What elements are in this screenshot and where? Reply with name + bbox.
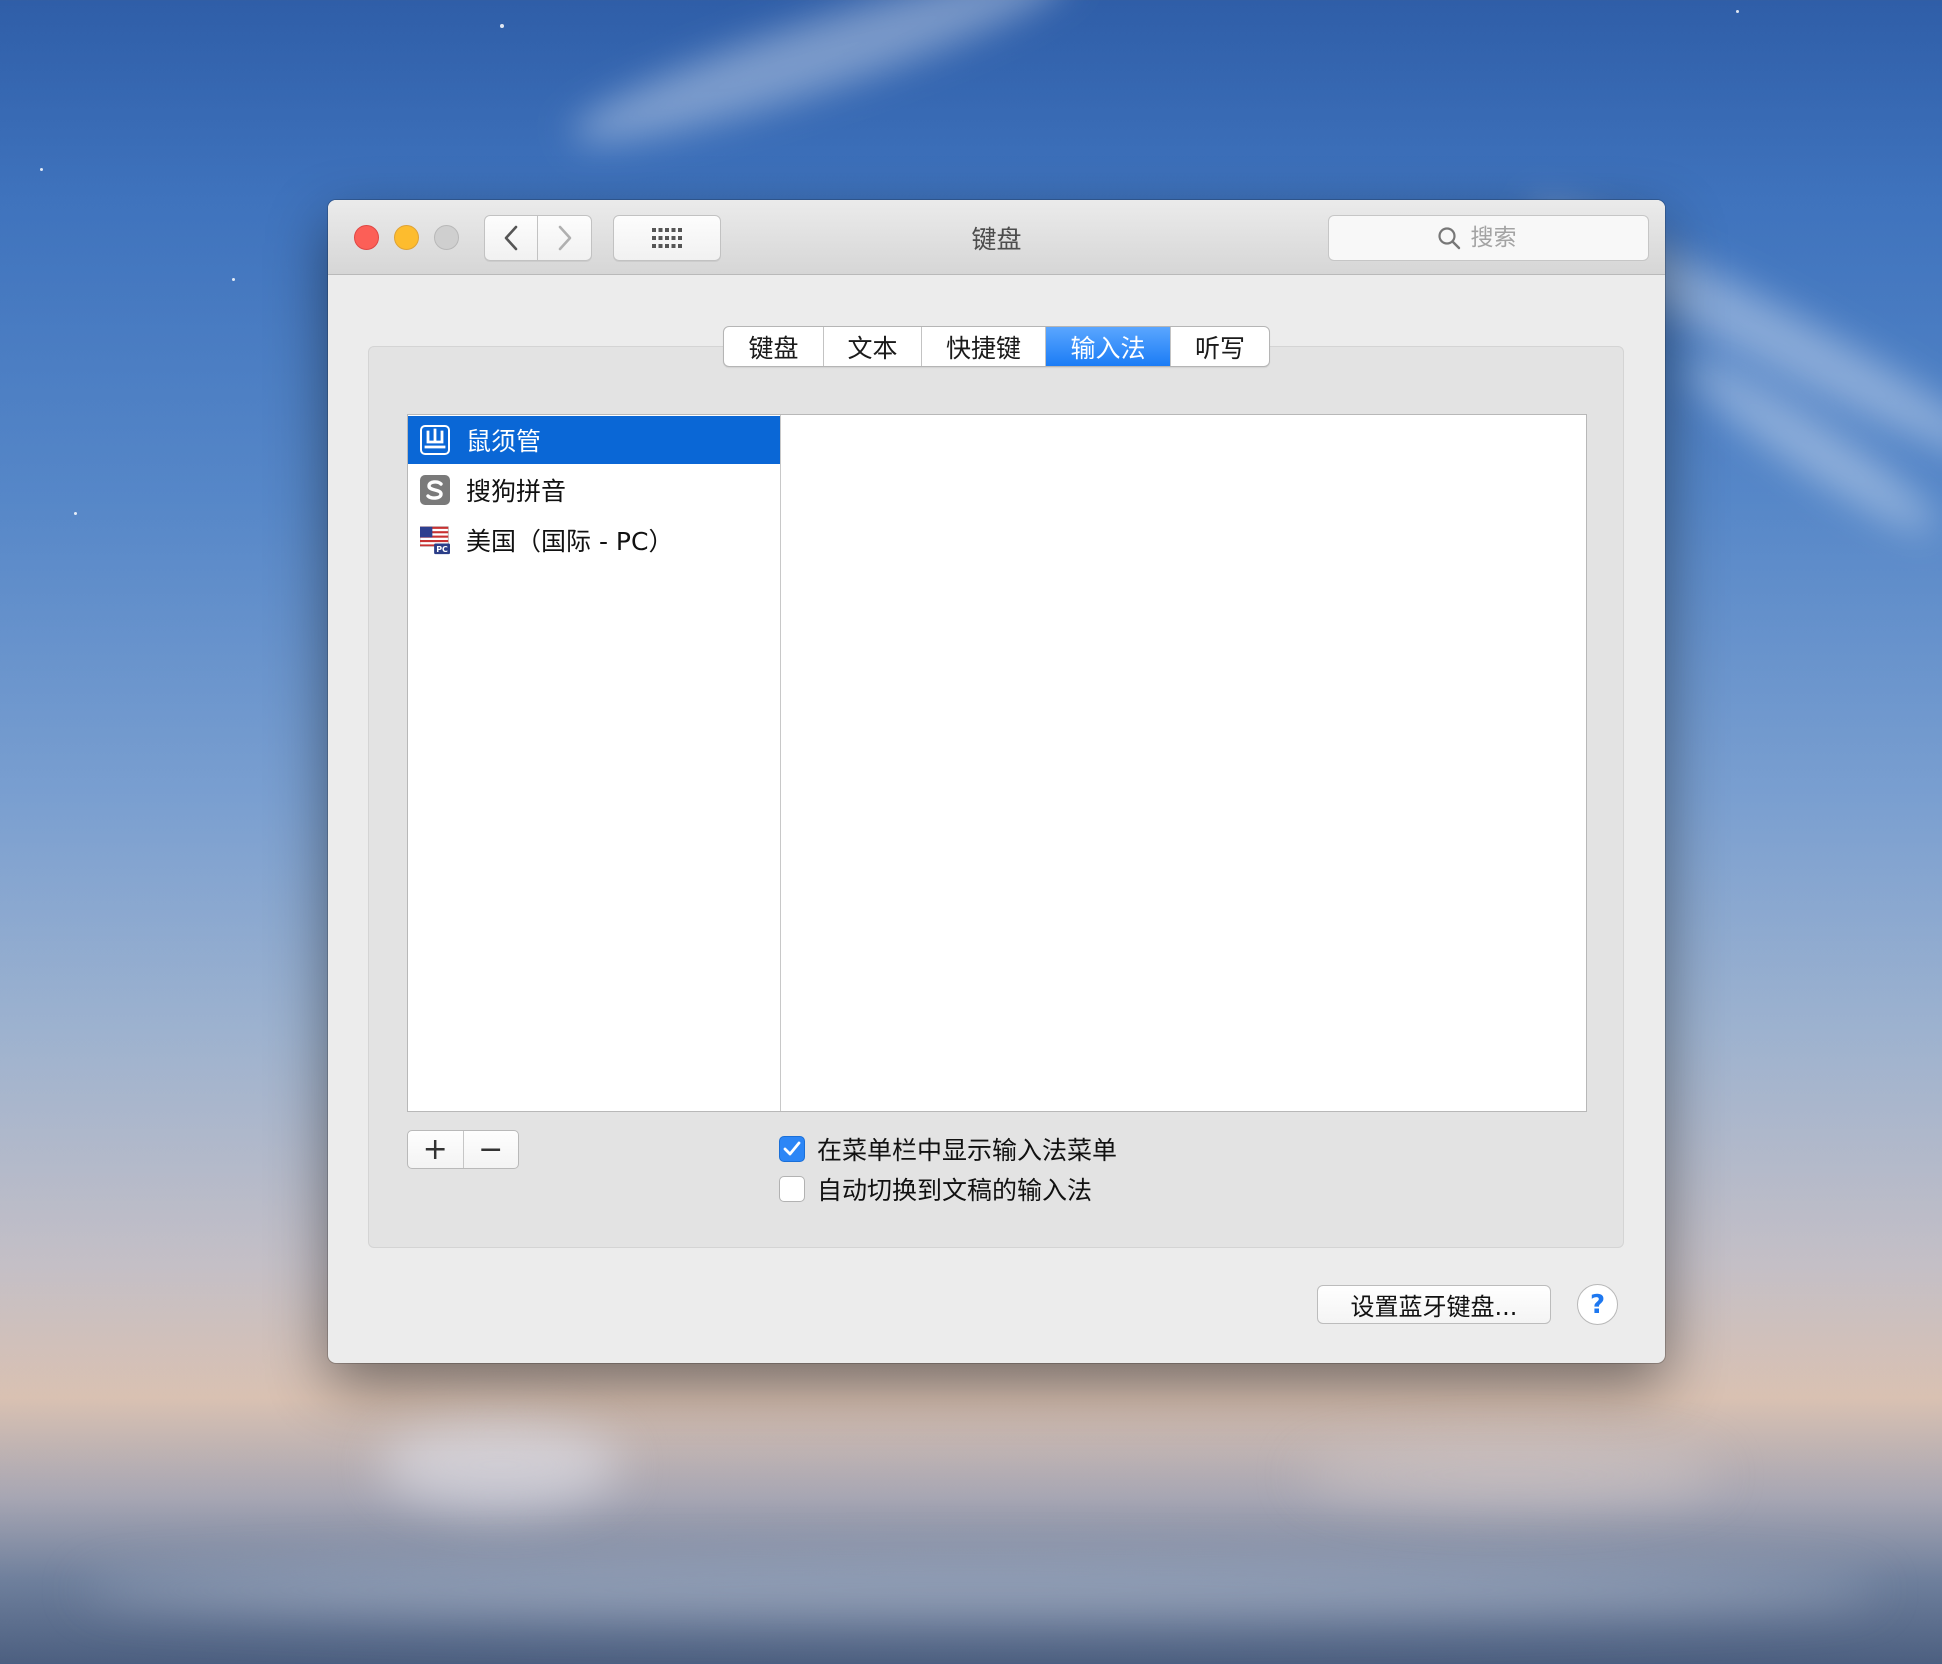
tab-shortcuts[interactable]: 快捷键 <box>922 327 1046 366</box>
input-source-list[interactable]: 鼠须管 搜狗拼音 PC 美国（国际 - PC） <box>408 415 781 1111</box>
checkmark-icon <box>783 1141 801 1156</box>
input-source-item-us-international[interactable]: PC 美国（国际 - PC） <box>408 516 780 564</box>
sogou-icon <box>420 475 450 505</box>
shuxu-icon <box>420 425 450 455</box>
input-sources-box: 鼠须管 搜狗拼音 PC 美国（国际 - PC） <box>407 414 1587 1112</box>
search-icon <box>1437 227 1460 250</box>
search-field[interactable] <box>1328 215 1649 261</box>
help-button[interactable]: ? <box>1577 1284 1618 1325</box>
add-remove-control: + − <box>407 1130 519 1169</box>
tab-bar: 键盘 文本 快捷键 输入法 听写 <box>723 326 1270 367</box>
tab-text[interactable]: 文本 <box>824 327 922 366</box>
tab-keyboard[interactable]: 键盘 <box>724 327 824 366</box>
input-source-detail-pane <box>782 415 1586 1111</box>
auto-switch-option[interactable]: 自动切换到文稿的输入法 <box>779 1171 1092 1207</box>
input-source-item-shuxu[interactable]: 鼠须管 <box>408 416 780 464</box>
forward-button[interactable] <box>538 215 592 261</box>
us-flag-icon: PC <box>420 525 450 555</box>
tab-input-sources[interactable]: 输入法 <box>1046 327 1171 366</box>
tab-dictation[interactable]: 听写 <box>1171 327 1269 366</box>
chevron-left-icon <box>504 225 518 251</box>
search-input[interactable] <box>1470 225 1541 251</box>
add-source-button[interactable]: + <box>408 1131 464 1168</box>
auto-switch-label: 自动切换到文稿的输入法 <box>817 1176 1093 1205</box>
show-all-button[interactable] <box>613 215 721 261</box>
zoom-button[interactable] <box>434 225 459 250</box>
input-source-item-sogou[interactable]: 搜狗拼音 <box>408 466 780 514</box>
chevron-right-icon <box>558 225 571 251</box>
show-input-menu-option[interactable]: 在菜单栏中显示输入法菜单 <box>779 1131 1117 1167</box>
back-button[interactable] <box>484 215 538 261</box>
minimize-button[interactable] <box>394 225 419 250</box>
grid-icon <box>652 228 682 248</box>
show-input-menu-label: 在菜单栏中显示输入法菜单 <box>817 1136 1118 1165</box>
svg-text:PC: PC <box>436 545 448 554</box>
input-source-label: 鼠须管 <box>466 427 542 456</box>
auto-switch-checkbox[interactable] <box>779 1176 805 1202</box>
keyboard-preferences-window: 键盘 键盘 文本 快捷键 输入法 听写 鼠须管 <box>328 200 1665 1363</box>
remove-source-button[interactable]: − <box>464 1131 519 1168</box>
input-source-label: 搜狗拼音 <box>466 477 567 506</box>
input-source-label: 美国（国际 - PC） <box>466 527 674 556</box>
title-bar: 键盘 <box>328 200 1665 275</box>
close-button[interactable] <box>354 225 379 250</box>
show-input-menu-checkbox[interactable] <box>779 1136 805 1162</box>
setup-bluetooth-keyboard-button[interactable]: 设置蓝牙键盘... <box>1317 1285 1551 1324</box>
